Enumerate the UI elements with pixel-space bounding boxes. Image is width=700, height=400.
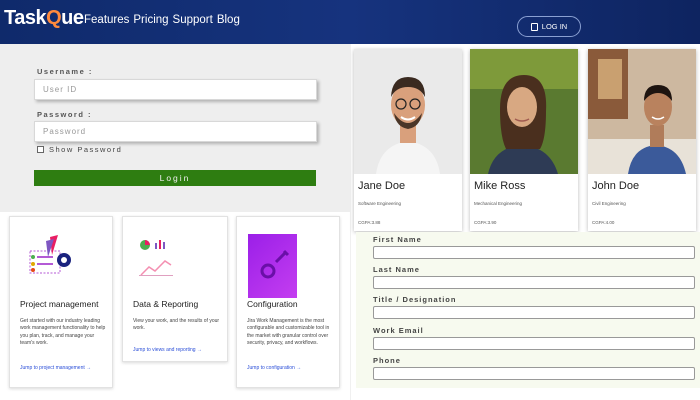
first-name-label: First Name — [373, 235, 422, 244]
main-nav: Features Pricing Support Blog — [84, 14, 240, 26]
first-name-field[interactable] — [373, 246, 695, 259]
nav-support[interactable]: Support — [173, 14, 213, 26]
nav-features[interactable]: Features — [84, 14, 129, 26]
title-label: Title / Designation — [373, 295, 457, 304]
feature-card-project-management: Project management Get started with our … — [9, 216, 113, 388]
profile-photo — [588, 49, 696, 174]
phone-label: Phone — [373, 356, 401, 365]
header-login-label: LOG IN — [541, 22, 568, 31]
logo-text-q: Q — [46, 7, 62, 29]
password-input[interactable]: Password — [34, 121, 317, 142]
project-management-illustration — [29, 235, 71, 274]
feature-description: Jira Work Management is the most configu… — [247, 318, 330, 346]
login-panel: Username : User ID Password : Password — [0, 44, 350, 212]
feature-link-configuration[interactable]: Jump to configuration → — [247, 365, 301, 371]
feature-link-data-reporting[interactable]: Jump to views and reporting → — [133, 347, 202, 353]
feature-card-configuration: Configuration Jira Work Management is th… — [236, 216, 340, 388]
profile-department: Civil Engineering — [592, 201, 626, 206]
taskque-logo[interactable]: TaskQue — [4, 7, 84, 30]
last-name-field[interactable] — [373, 276, 695, 289]
profile-card[interactable]: Mike Ross Mechanical Engineering CGPA:3.… — [470, 49, 578, 231]
person-avatar-icon — [588, 49, 696, 174]
gear-icon — [260, 249, 290, 279]
work-email-field[interactable] — [373, 337, 695, 350]
feature-title: Data & Reporting — [133, 299, 199, 309]
feature-description: Get started with our industry leading wo… — [20, 318, 106, 346]
profile-name: Jane Doe — [358, 180, 406, 192]
column-divider — [350, 44, 351, 400]
profile-photo — [354, 49, 462, 174]
login-button[interactable]: Login — [34, 170, 316, 186]
person-avatar-icon — [470, 49, 578, 174]
feature-link-project-management[interactable]: Jump to project management → — [20, 365, 91, 371]
feature-title: Configuration — [247, 299, 298, 309]
registration-form: First Name Last Name Title / Designation… — [356, 232, 700, 388]
data-reporting-illustration — [139, 240, 173, 276]
username-input[interactable]: User ID — [34, 79, 317, 100]
show-password-label: Show Password — [49, 145, 123, 154]
last-name-label: Last Name — [373, 265, 420, 274]
profile-card[interactable]: Jane Doe Software Engineering CGPA:3.88 — [354, 49, 462, 231]
profile-cgpa: CGPA:4.00 — [592, 220, 615, 225]
configuration-illustration — [248, 234, 297, 298]
title-field[interactable] — [373, 306, 695, 319]
profile-name: Mike Ross — [474, 180, 526, 192]
profile-photo — [470, 49, 578, 174]
feature-card-data-reporting: Data & Reporting View your work, and the… — [122, 216, 228, 362]
profile-cgpa: CGPA:3.90 — [474, 220, 497, 225]
header-login-button[interactable]: LOG IN — [517, 16, 581, 37]
profile-department: Software Engineering — [358, 201, 402, 206]
profile-cgpa: CGPA:3.88 — [358, 220, 381, 225]
nav-blog[interactable]: Blog — [217, 14, 240, 26]
logo-text-start: Task — [4, 7, 47, 29]
person-avatar-icon — [354, 49, 462, 174]
show-password-toggle[interactable]: Show Password — [37, 145, 122, 154]
show-password-checkbox[interactable] — [37, 146, 44, 153]
password-label: Password : — [37, 110, 93, 119]
nav-pricing[interactable]: Pricing — [133, 14, 168, 26]
profile-card[interactable]: John Doe Civil Engineering CGPA:4.00 — [588, 49, 696, 231]
logo-text-end: ue — [61, 7, 84, 29]
username-label: Username : — [37, 67, 93, 76]
profile-department: Mechanical Engineering — [474, 201, 523, 206]
feature-description: View your work, and the results of your … — [133, 318, 220, 332]
top-navbar: TaskQue Features Pricing Support Blog LO… — [0, 0, 700, 44]
profile-name: John Doe — [592, 180, 640, 192]
feature-title: Project management — [20, 299, 99, 309]
work-email-label: Work Email — [373, 326, 424, 335]
phone-field[interactable] — [373, 367, 695, 380]
login-door-icon — [530, 22, 538, 31]
page: TaskQue Features Pricing Support Blog LO… — [0, 0, 700, 400]
profile-cards: Jane Doe Software Engineering CGPA:3.88 … — [352, 44, 700, 234]
